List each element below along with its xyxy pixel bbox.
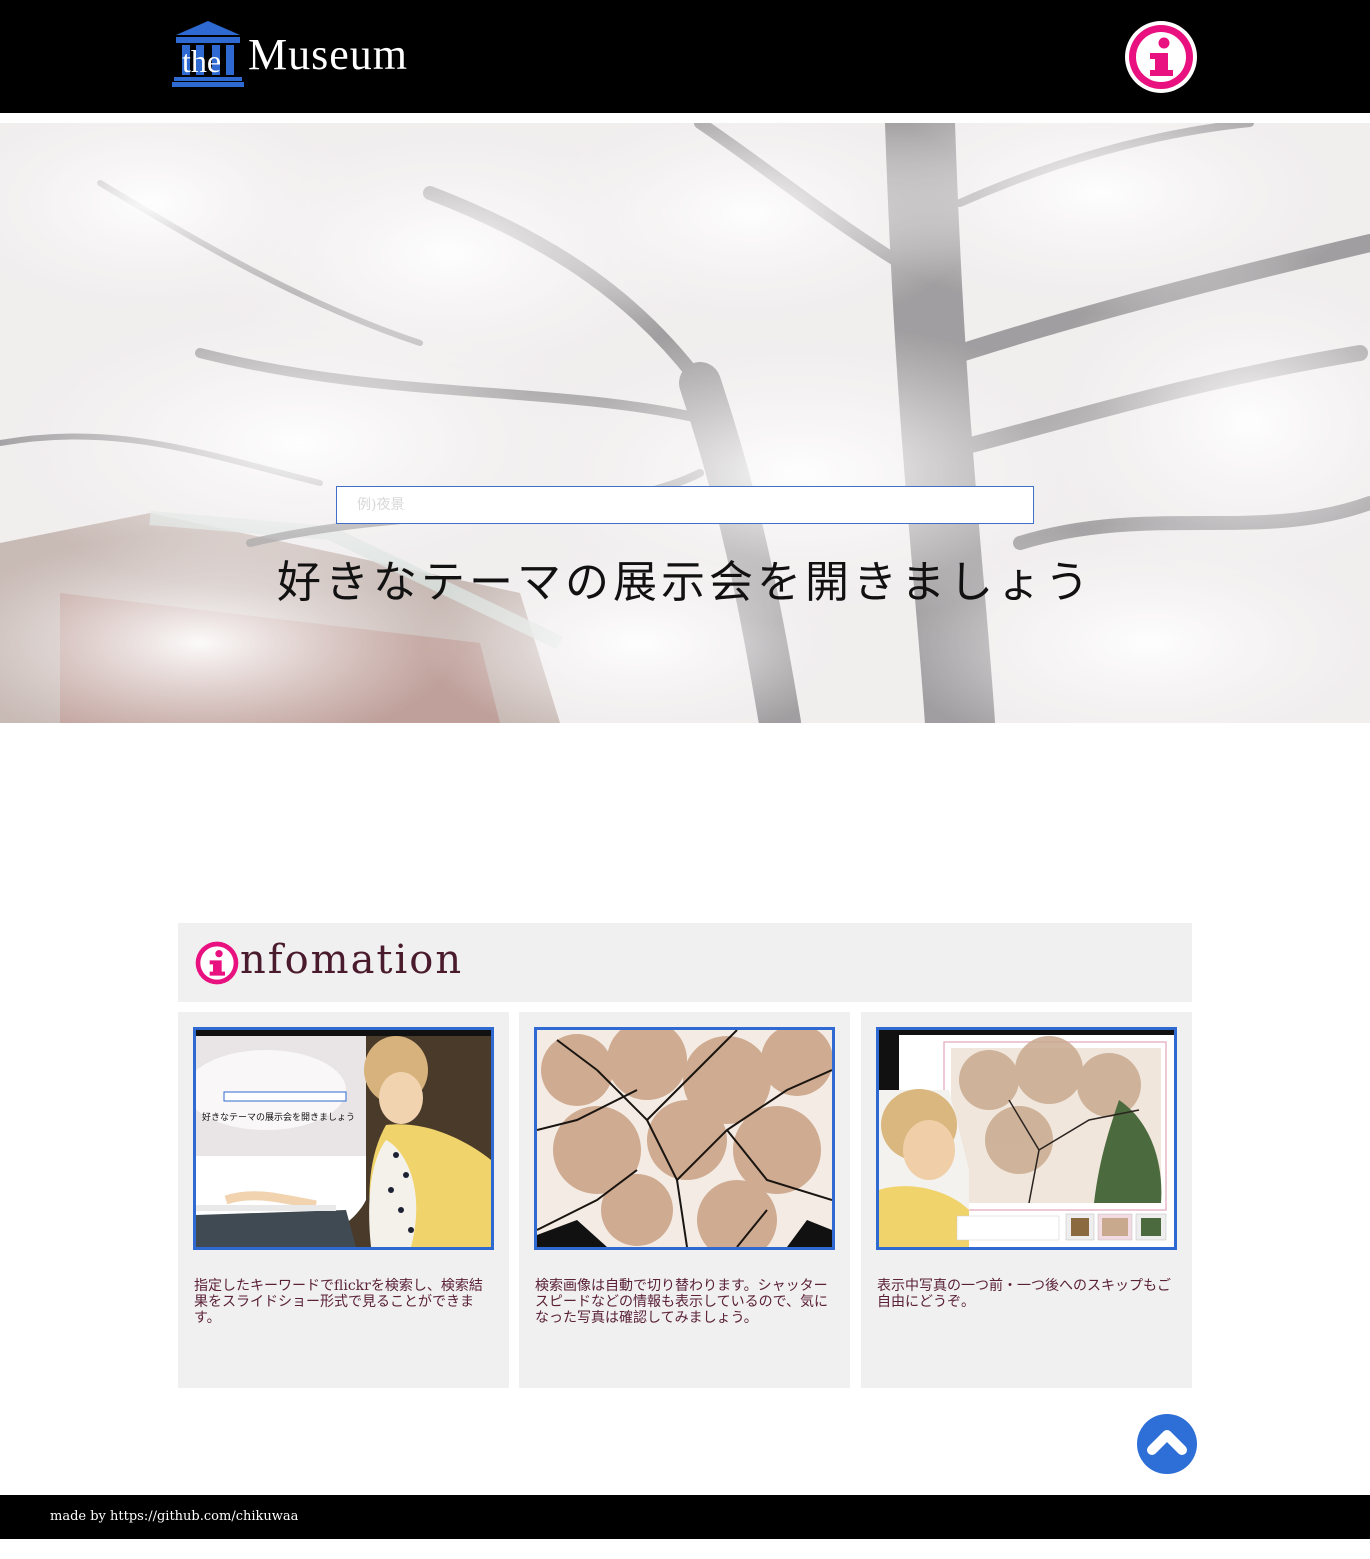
info-card-2: 検索画像は自動で切り替わります。シャッタースピードなどの情報も表示しているので、… [519,1012,850,1388]
chevron-up-icon [1147,1430,1187,1455]
info-card-3-description: 表示中写真の一つ前・一つ後へのスキップもご自由にどうぞ。 [877,1278,1171,1310]
footer-credit: made by https://github.com/chikuwaa [50,1509,299,1524]
search-input[interactable] [336,486,1034,524]
info-card-1: 好きなテーマの展示会を開きましょう 指定したキーワードでflickrを検索し、検… [178,1012,509,1388]
info-card-1-screenshot: 好きなテーマの展示会を開きましょう [193,1027,494,1250]
hero-title: 好きなテーマの展示会を開きましょう [277,557,1093,608]
logo-text: Museum [248,29,408,79]
site-footer: made by https://github.com/chikuwaa [0,1495,1370,1539]
hero-banner: 好きなテーマの展示会を開きましょう [0,123,1370,723]
info-card-3-screenshot [876,1027,1177,1250]
info-icon [195,941,239,985]
info-section-heading: nfomation [178,923,1192,1002]
scroll-to-top-button[interactable] [1137,1414,1197,1474]
info-card-3: 表示中写真の一つ前・一つ後へのスキップもご自由にどうぞ。 [861,1012,1192,1388]
site-header: the Museum [0,0,1370,113]
info-button[interactable] [1125,21,1197,93]
info-icon [1129,25,1193,89]
cherry-blossom-background [0,123,1370,723]
info-card-1-mini-title: 好きなテーマの展示会を開きましょう [202,1113,356,1123]
museum-logo-icon: the [172,21,244,87]
logo[interactable]: the Museum [172,20,408,88]
logo-prefix: the [182,43,222,79]
info-heading-text: nfomation [240,937,464,983]
info-card-1-description: 指定したキーワードでflickrを検索し、検索結果をスライドショー形式で見ること… [194,1278,483,1326]
info-card-2-description: 検索画像は自動で切り替わります。シャッタースピードなどの情報も表示しているので、… [535,1278,829,1326]
info-card-2-screenshot [534,1027,835,1250]
